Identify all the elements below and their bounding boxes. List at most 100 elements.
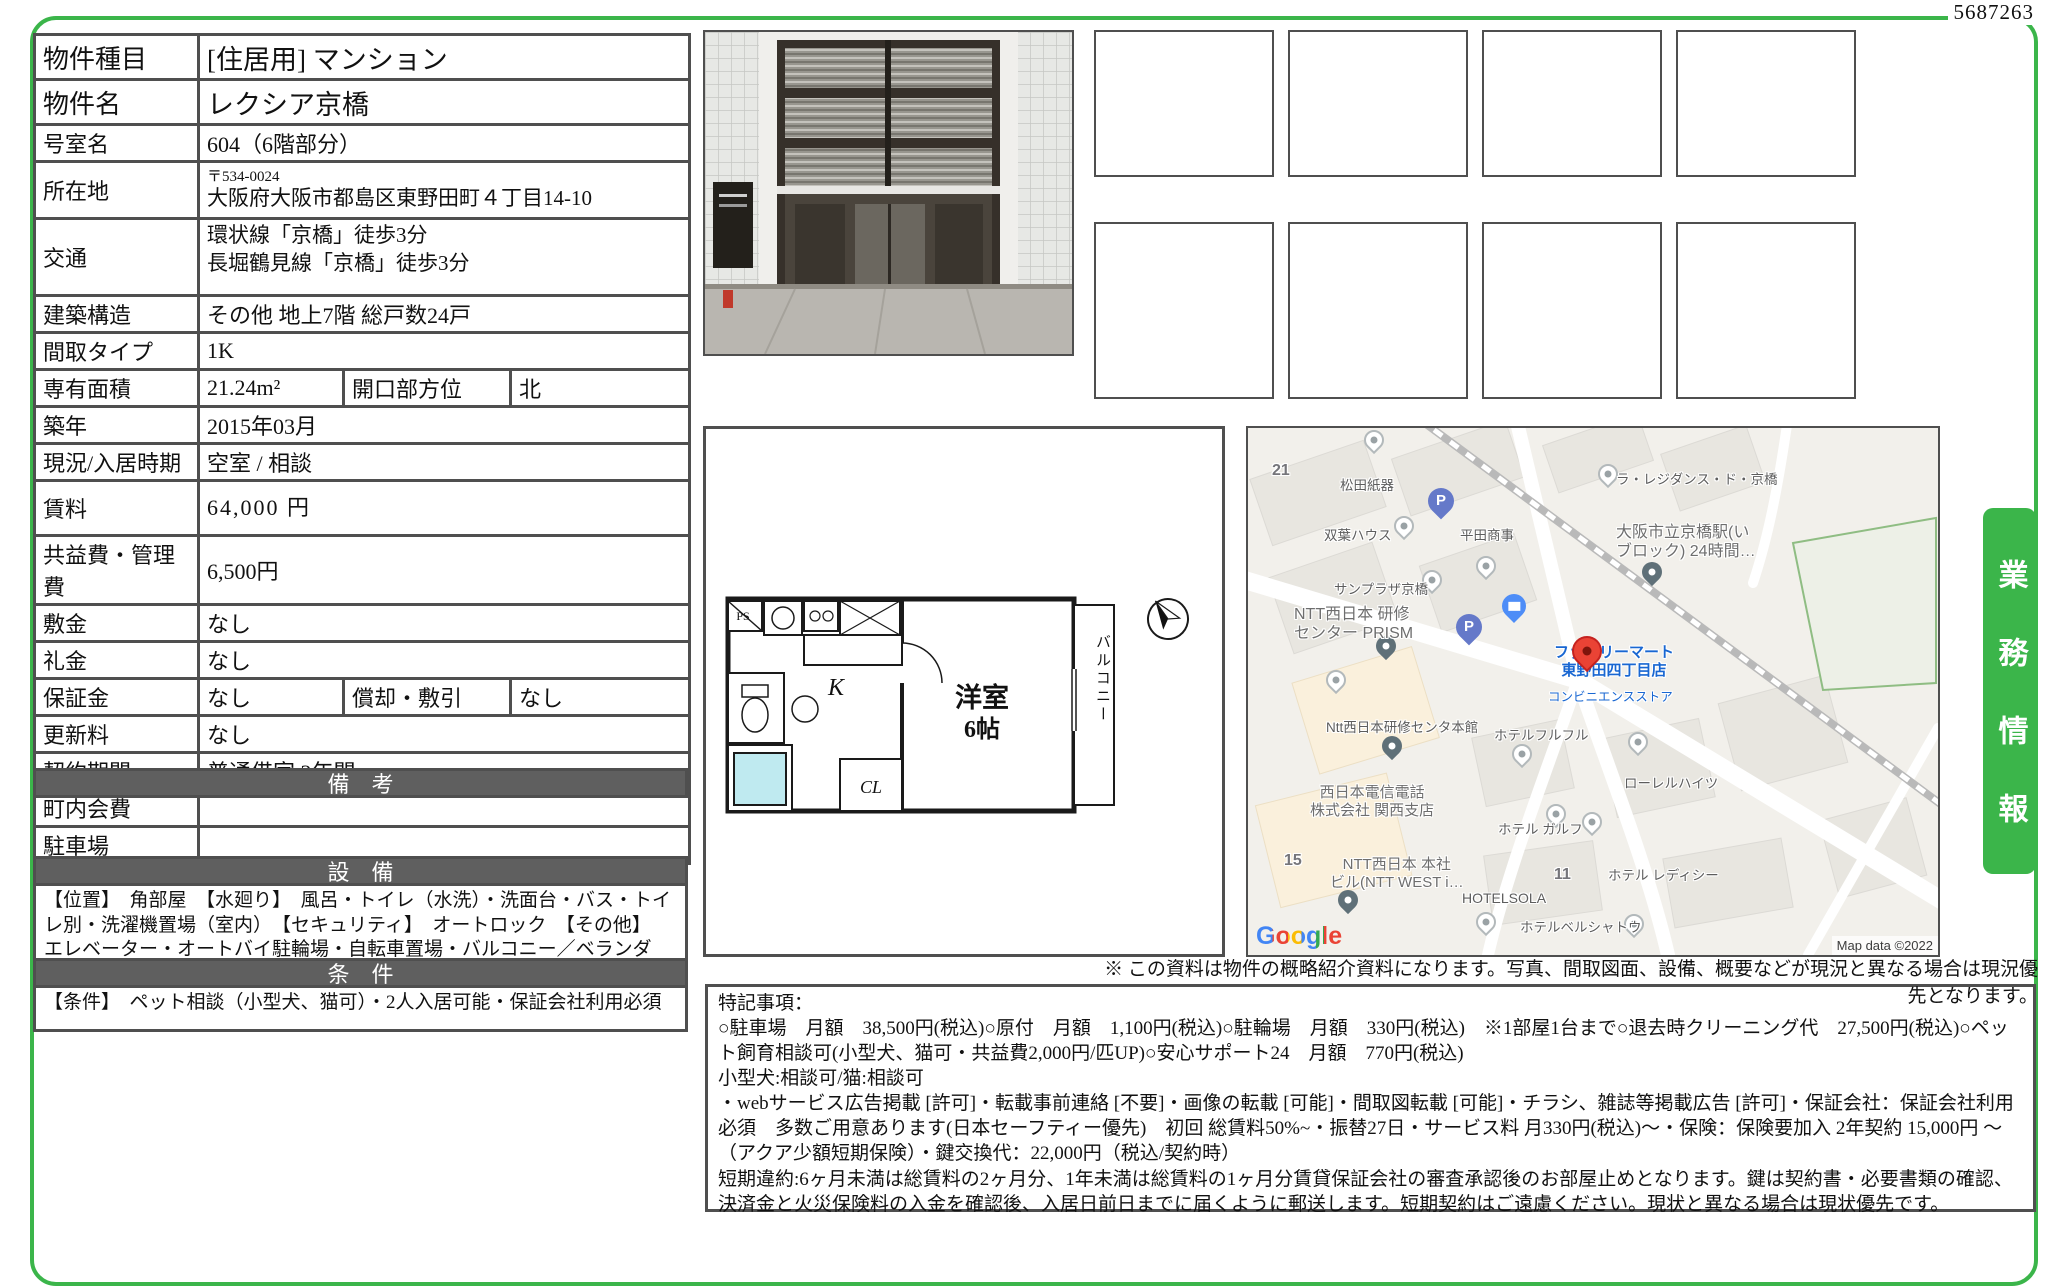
field-value: なし [199, 605, 690, 642]
equipment-text: 【位置】 角部屋 【水廻り】 風呂・トイレ（水洗）・洗面台・バス・トイレ別・洗濯… [33, 883, 688, 961]
conditions-section-header: 条 件 [33, 958, 688, 988]
equipment-section-header: 設 備 [33, 856, 688, 886]
field-label: 賃料 [35, 481, 199, 536]
field-value: 21.24m² [199, 370, 344, 407]
field-value: 〒534-0024 大阪府大阪市都島区東野田町４丁目14-10 [199, 162, 690, 219]
map-label: ホテルベルシャトウ [1520, 920, 1642, 936]
field-value: なし [511, 679, 690, 716]
field-value: 2015年03月 [199, 407, 690, 444]
field-label: 間取タイプ [35, 333, 199, 370]
map-block-number: 11 [1554, 866, 1571, 885]
plan-closet-label: CL [860, 777, 882, 797]
photo-placeholder-8 [1676, 222, 1856, 399]
field-value: 北 [511, 370, 690, 407]
field-value: 604（6階部分） [199, 125, 690, 162]
special-notes-paragraph: ・webサービス広告掲載 [許可]・転載事前連絡 [不要]・画像の転載 [可能]… [718, 1091, 2023, 1166]
field-label: 敷金 [35, 605, 199, 642]
field-value: なし [199, 642, 690, 679]
map-label: NTT西日本 本社 ビル(NTT WEST i… [1330, 856, 1464, 891]
rent-value: 64,000 円 [199, 481, 690, 536]
field-label: 現況/入居時期 [35, 444, 199, 481]
map-label: ラ・レジダンス・ド・京橋 [1616, 472, 1777, 488]
field-value: なし [199, 679, 344, 716]
location-map: P P 21 松田紙器 双葉ハウス 平田商事 ラ・レジダンス・ド・京橋 大阪市立… [1246, 426, 1940, 957]
special-notes-box: 特記事項： ○駐車場 月額 38,500円(税込)○原付 月額 1,100円(税… [705, 984, 2036, 1212]
building-photo-illustration [705, 32, 1072, 354]
access-line1: 環状線「京橋」徒歩3分 [207, 221, 681, 249]
map-copyright: Map data ©2022 [1832, 936, 1938, 955]
field-value: 空室 / 相談 [199, 444, 690, 481]
table-row: 物件種目 [住居用] マンション [35, 35, 690, 80]
field-label: 礼金 [35, 642, 199, 679]
special-notes-paragraph: 短期違約:6ヶ月未満は総賃料の2ヶ月分、1年未満は総賃料の1ヶ月分賃貸保証会社の… [718, 1167, 2023, 1217]
photo-placeholder-6 [1288, 222, 1468, 399]
map-label: コンビニエンスストア [1548, 690, 1673, 705]
table-row: 築年 2015年03月 [35, 407, 690, 444]
floor-plan-drawing: PS K 洋室 6帖 CL バルコニー [706, 429, 1222, 954]
field-label: 築年 [35, 407, 199, 444]
map-label: 松田紙器 [1340, 478, 1394, 494]
photo-placeholder-2 [1288, 30, 1468, 177]
map-label: 大阪市立京橋駅(い ブロック) 24時間… [1616, 524, 1756, 562]
business-info-tab-label: 業務情報 [1988, 511, 2032, 871]
photo-placeholder-3 [1482, 30, 1662, 177]
access-line2: 長堀鶴見線「京橋」徒歩3分 [207, 249, 681, 277]
plan-room-size: 6帖 [964, 716, 1000, 743]
conditions-text: 【条件】 ペット相談（小型犬、猫可）・2人入居可能・保証会社利用必須 [33, 985, 688, 1032]
field-label: 更新料 [35, 716, 199, 753]
field-label: 共益費・管理費 [35, 536, 199, 605]
field-label: 号室名 [35, 125, 199, 162]
table-row: 間取タイプ 1K [35, 333, 690, 370]
table-row: 所在地 〒534-0024 大阪府大阪市都島区東野田町４丁目14-10 [35, 162, 690, 219]
document-number: 5687263 [1948, 0, 2041, 25]
map-block-number: 21 [1272, 462, 1290, 481]
google-logo: Google [1256, 922, 1342, 951]
plan-kitchen-label: K [827, 675, 846, 701]
table-row: 礼金 なし [35, 642, 690, 679]
map-label: ローレルハイツ [1624, 776, 1718, 792]
map-label: ホテル レディシー [1608, 868, 1719, 884]
plan-ps-label: PS [736, 609, 749, 623]
special-notes-paragraph: ○駐車場 月額 38,500円(税込)○原付 月額 1,100円(税込)○駐輪場… [718, 1016, 2023, 1066]
field-label: 保証金 [35, 679, 199, 716]
floor-plan: PS K 洋室 6帖 CL バルコニー [703, 426, 1225, 957]
map-label: ホテルフルフル [1494, 728, 1589, 744]
table-row: 現況/入居時期 空室 / 相談 [35, 444, 690, 481]
map-label: 平田商事 [1460, 528, 1514, 544]
map-label: サンプラザ京橋 [1334, 582, 1428, 598]
postal-code: 〒534-0024 [207, 170, 681, 186]
field-label: 物件種目 [35, 35, 199, 80]
field-value: [住居用] マンション [199, 35, 690, 80]
field-label: 物件名 [35, 80, 199, 125]
map-label: NTT西日本 研修 センター PRISM [1294, 606, 1413, 644]
table-row: 物件名 レクシア京橋 [35, 80, 690, 125]
field-label: 専有面積 [35, 370, 199, 407]
table-row: 共益費・管理費 6,500円 [35, 536, 690, 605]
table-row: 保証金 なし 償却・敷引 なし [35, 679, 690, 716]
map-label: 双葉ハウス [1324, 528, 1392, 544]
table-row: 建築構造 その他 地上7階 総戸数24戸 [35, 296, 690, 333]
table-row: 号室名 604（6階部分） [35, 125, 690, 162]
photo-placeholder-5 [1094, 222, 1274, 399]
parking-icon: P [1451, 609, 1488, 646]
table-row: 交通 環状線「京橋」徒歩3分 長堀鶴見線「京橋」徒歩3分 [35, 219, 690, 296]
disclaimer-text: ※ この資料は物件の概略紹介資料になります。写真、間取図面、設備、概要などが現況… [1100, 954, 2038, 1008]
field-label: 所在地 [35, 162, 199, 219]
table-row: 専有面積 21.24m² 開口部方位 北 [35, 370, 690, 407]
photo-placeholder-1 [1094, 30, 1274, 177]
field-label: 交通 [35, 219, 199, 296]
map-label: HOTELSOLA [1462, 890, 1546, 907]
business-info-tab[interactable]: 業務情報 [1983, 508, 2036, 874]
photo-placeholder-7 [1482, 222, 1662, 399]
table-row: 賃料 64,000 円 [35, 481, 690, 536]
parking-letter: P [1456, 614, 1482, 640]
map-block-number: 15 [1284, 852, 1302, 871]
building-photo [703, 30, 1074, 356]
field-value: レクシア京橋 [199, 80, 690, 125]
field-label: 償却・敷引 [344, 679, 511, 716]
plan-balcony-label: バルコニー [1094, 634, 1110, 724]
map-label: 西日本電信電話 株式会社 関西支店 [1310, 784, 1434, 819]
field-value: その他 地上7階 総戸数24戸 [199, 296, 690, 333]
field-label: 建築構造 [35, 296, 199, 333]
field-value: なし [199, 716, 690, 753]
